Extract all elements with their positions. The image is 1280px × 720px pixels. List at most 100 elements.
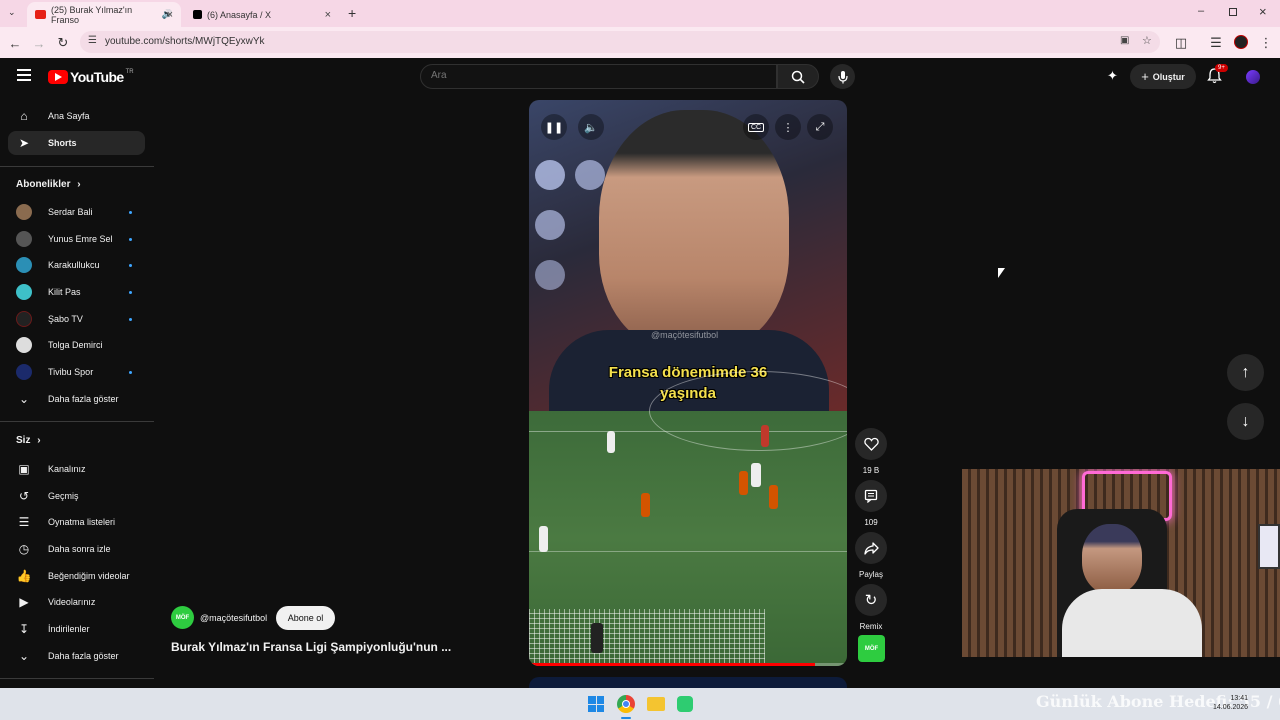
tab-search-dropdown-icon[interactable]: ⌄ bbox=[8, 7, 16, 18]
subscriptions-title[interactable]: Abonelikler › bbox=[16, 179, 81, 190]
channel-icon: ▣ bbox=[18, 462, 30, 476]
guide-menu-icon[interactable] bbox=[17, 69, 31, 81]
captions-button[interactable]: CC bbox=[743, 114, 769, 140]
sidebar-item-downloads[interactable]: ↧ İndirilenler bbox=[8, 617, 145, 641]
tab-youtube[interactable]: (25) Burak Yılmaz'ın Franso 🔊 × bbox=[27, 2, 181, 27]
address-bar[interactable]: ☰ youtube.com/shorts/MWjTQEyxwYk ▣ ☆ bbox=[80, 31, 1160, 53]
account-avatar[interactable] bbox=[1246, 70, 1260, 84]
windows-start-icon[interactable] bbox=[588, 696, 604, 712]
studio-light bbox=[535, 160, 565, 190]
search-icon bbox=[791, 70, 805, 84]
previous-short-button[interactable]: ↑ bbox=[1227, 354, 1264, 391]
remix-action: ↻ Remix bbox=[855, 584, 887, 631]
logo-region: TR bbox=[125, 69, 134, 75]
plus-icon: + bbox=[1141, 69, 1149, 84]
sidebar-item-subscription[interactable]: Tivibu Spor bbox=[8, 360, 145, 384]
sidebar-item-subscription[interactable]: Karakullukcu bbox=[8, 253, 145, 277]
video-frame-studio: @maçötesifutbol Fransa dönemimde 36 yaşı… bbox=[529, 100, 847, 420]
fullscreen-icon: ⤢ bbox=[815, 120, 825, 133]
sidebar-item-subscription[interactable]: Yunus Emre Sel bbox=[8, 227, 145, 251]
notifications-button[interactable]: 9+ bbox=[1207, 64, 1228, 89]
more-options-button[interactable]: ⋮ bbox=[775, 114, 801, 140]
you-section-title[interactable]: Siz › bbox=[16, 435, 41, 446]
sidebar-item-playlists[interactable]: ☰ Oynatma listeleri bbox=[8, 510, 145, 534]
sidebar-item-label: Tolga Demirci bbox=[48, 340, 103, 350]
notification-badge: 9+ bbox=[1215, 64, 1228, 72]
like-count: 19 B bbox=[862, 466, 880, 475]
sidebar-item-your-channel[interactable]: ▣ Kanalınız bbox=[8, 457, 145, 481]
home-icon: ⌂ bbox=[20, 109, 28, 123]
media-controls-icon[interactable]: ☰ bbox=[1207, 34, 1225, 52]
subscribe-button[interactable]: Abone ol bbox=[276, 606, 335, 630]
next-short-preview[interactable] bbox=[529, 677, 847, 688]
forward-icon[interactable]: → bbox=[30, 34, 48, 52]
tab-x[interactable]: (6) Anasayfa / X × bbox=[185, 2, 339, 27]
studio-light bbox=[535, 210, 565, 240]
sidebar-item-history[interactable]: ↺ Geçmiş bbox=[8, 484, 145, 508]
next-short-button[interactable]: ↓ bbox=[1227, 403, 1264, 440]
channel-name[interactable]: @maçötesifutbol bbox=[200, 613, 267, 623]
gemini-sparkle-icon[interactable]: ✦ bbox=[1107, 68, 1118, 84]
x-favicon-icon bbox=[193, 10, 202, 19]
minimize-icon[interactable]: – bbox=[1198, 5, 1204, 17]
channel-avatar[interactable]: MÖF bbox=[171, 606, 194, 629]
close-tab-icon[interactable]: × bbox=[325, 9, 331, 21]
clock-time: 13:41 bbox=[1230, 695, 1249, 702]
back-icon[interactable]: ← bbox=[6, 34, 24, 52]
bookmark-star-icon[interactable]: ☆ bbox=[1142, 34, 1152, 47]
comment-button[interactable] bbox=[855, 480, 887, 512]
sidebar-item-label: Daha fazla göster bbox=[48, 394, 119, 404]
youtube-play-logo-icon bbox=[48, 70, 68, 84]
sidebar-item-label: Serdar Bali bbox=[48, 207, 93, 217]
short-title[interactable]: Burak Yılmaz'ın Fransa Ligi Şampiyonluğu… bbox=[171, 640, 471, 654]
sound-channel-thumbnail[interactable]: MÖF bbox=[858, 635, 885, 662]
youtube-logo[interactable]: YouTube TR bbox=[48, 69, 134, 85]
chevron-down-icon: ⌄ bbox=[18, 649, 30, 663]
sidebar-item-your-videos[interactable]: ▶ Videolarınız bbox=[8, 590, 145, 614]
sidebar-item-watch-later[interactable]: ◷ Daha sonra izle bbox=[8, 537, 145, 561]
search-input[interactable] bbox=[431, 70, 761, 81]
new-tab-button[interactable]: + bbox=[348, 5, 356, 21]
sidebar-item-liked-videos[interactable]: 👍 Beğendiğim videolar bbox=[8, 564, 145, 588]
install-app-icon[interactable]: ▣ bbox=[1120, 35, 1129, 46]
mouse-cursor-icon bbox=[998, 268, 1005, 278]
pause-button[interactable]: ❚❚ bbox=[541, 114, 567, 140]
shorts-player[interactable]: @maçötesifutbol Fransa dönemimde 36 yaşı… bbox=[529, 100, 847, 666]
sidebar-item-home[interactable]: ⌂ Ana Sayfa bbox=[8, 104, 145, 128]
sidebar-item-shorts[interactable]: ➤ Shorts bbox=[8, 131, 145, 155]
search-button[interactable] bbox=[777, 64, 819, 89]
share-button[interactable] bbox=[855, 532, 887, 564]
restore-icon[interactable] bbox=[1229, 8, 1237, 16]
close-window-icon[interactable]: × bbox=[1259, 4, 1267, 19]
sidebar-show-more-you[interactable]: ⌄ Daha fazla göster bbox=[8, 644, 145, 668]
like-button[interactable] bbox=[855, 428, 887, 460]
subscriptions-title-label: Abonelikler bbox=[16, 179, 71, 190]
close-tab-icon[interactable]: × bbox=[167, 9, 173, 21]
logo-text: YouTube bbox=[70, 69, 124, 85]
profile-avatar[interactable] bbox=[1234, 35, 1248, 49]
volume-button[interactable]: 🔈 bbox=[578, 114, 604, 140]
sidebar-item-subscription[interactable]: Şabo TV bbox=[8, 307, 145, 331]
sidebar-item-label: Beğendiğim videolar bbox=[48, 571, 130, 581]
chrome-taskbar-icon[interactable] bbox=[617, 695, 635, 713]
voice-search-button[interactable] bbox=[830, 64, 855, 89]
reload-icon[interactable]: ↻ bbox=[54, 34, 72, 52]
site-info-icon[interactable]: ☰ bbox=[88, 35, 97, 46]
fullscreen-button[interactable]: ⤢ bbox=[807, 114, 833, 140]
comment-icon bbox=[864, 489, 878, 503]
browser-menu-icon[interactable]: ⋮ bbox=[1257, 34, 1275, 52]
remix-label: Remix bbox=[859, 622, 883, 631]
sidebar-show-more-subs[interactable]: ⌄ Daha fazla göster bbox=[8, 387, 145, 411]
channel-avatar bbox=[16, 311, 32, 327]
sidebar-item-subscription[interactable]: Serdar Bali bbox=[8, 200, 145, 224]
app-taskbar-icon[interactable] bbox=[677, 696, 693, 712]
remix-button[interactable]: ↻ bbox=[855, 584, 887, 616]
progress-bar[interactable] bbox=[529, 663, 847, 666]
channel-avatar bbox=[16, 204, 32, 220]
sidebar-item-subscription[interactable]: Tolga Demirci bbox=[8, 333, 145, 357]
extensions-icon[interactable]: ◫ bbox=[1172, 34, 1190, 52]
create-button[interactable]: + Oluştur bbox=[1130, 64, 1196, 89]
microphone-icon bbox=[837, 70, 848, 83]
file-explorer-icon[interactable] bbox=[647, 697, 665, 711]
sidebar-item-subscription[interactable]: Kilit Pas bbox=[8, 280, 145, 304]
